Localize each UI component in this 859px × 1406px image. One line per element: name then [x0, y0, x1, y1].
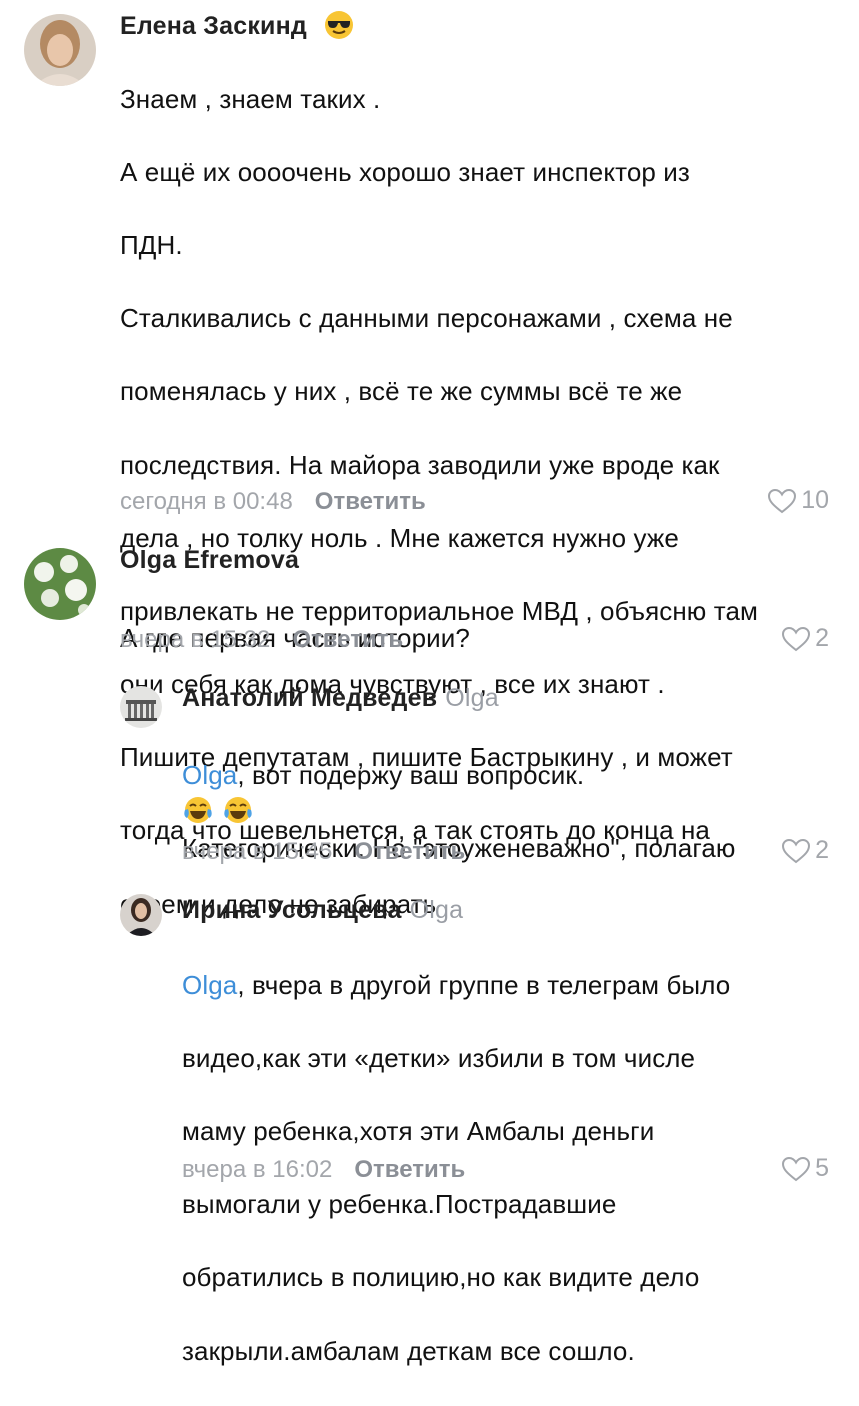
comment-author[interactable]: Анатолий Медведев Olga	[182, 684, 499, 713]
comment-timestamp: вчера в 16:02	[182, 1156, 333, 1183]
comment-meta: вчера в 16:02 Ответить	[182, 1156, 465, 1184]
author-name[interactable]: Елена Заскинд	[120, 12, 307, 40]
comment-meta: вчера в 15:32 Ответить	[120, 626, 403, 654]
mention-link[interactable]: Olga	[182, 760, 237, 790]
heart-icon	[782, 1156, 811, 1181]
reply-button[interactable]: Ответить	[292, 626, 403, 653]
tears-of-joy-emoji-icon	[224, 797, 252, 823]
like-count: 10	[801, 486, 829, 514]
like-count: 5	[815, 1154, 829, 1182]
reply-to-name[interactable]: Olga	[445, 684, 499, 712]
comment-meta: вчера в 15:45 Ответить	[182, 838, 465, 866]
comment-text: Olga, вот подержу ваш вопросик. Категори…	[182, 759, 736, 863]
reply-button[interactable]: Ответить	[354, 838, 465, 865]
like-button[interactable]: 5	[781, 1154, 829, 1183]
avatar[interactable]	[24, 14, 96, 86]
comment-meta: сегодня в 00:48 Ответить	[120, 488, 426, 516]
sunglasses-emoji-icon	[324, 10, 354, 47]
mention-link[interactable]: Olga	[182, 970, 237, 1000]
comment-author[interactable]: Ирина Усольцева Olga	[182, 896, 463, 925]
like-button[interactable]: 10	[767, 486, 829, 515]
like-button[interactable]: 2	[781, 836, 829, 865]
heart-icon	[782, 626, 811, 651]
comment-timestamp: вчера в 15:32	[120, 626, 271, 653]
author-name[interactable]: Olga Efremova	[120, 546, 299, 574]
heart-icon	[768, 488, 797, 513]
heart-icon	[782, 838, 811, 863]
reply-to-name[interactable]: Olga	[410, 896, 464, 924]
like-count: 2	[815, 624, 829, 652]
comment-author[interactable]: Елена Заскинд	[120, 10, 354, 47]
comment-timestamp: сегодня в 00:48	[120, 488, 293, 515]
reply-button[interactable]: Ответить	[315, 488, 426, 515]
comment-author[interactable]: Olga Efremova	[120, 546, 299, 575]
avatar[interactable]	[120, 894, 162, 936]
like-button[interactable]: 2	[781, 624, 829, 653]
avatar[interactable]	[24, 548, 96, 620]
like-count: 2	[815, 836, 829, 864]
avatar[interactable]	[120, 686, 162, 728]
tears-of-joy-emoji-icon	[184, 797, 212, 823]
comment-timestamp: вчера в 15:45	[182, 838, 333, 865]
author-name[interactable]: Ирина Усольцева	[182, 896, 402, 924]
reply-button[interactable]: Ответить	[354, 1156, 465, 1183]
emoji-row	[182, 794, 254, 826]
author-name[interactable]: Анатолий Медведев	[182, 684, 437, 712]
